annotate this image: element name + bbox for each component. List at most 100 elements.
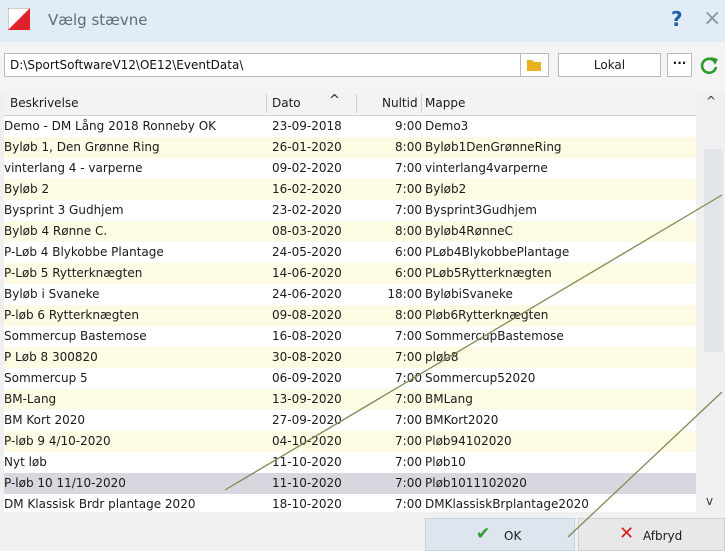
cell-beskrivelse: P-Løb 4 Blykobbe Plantage xyxy=(4,245,164,259)
cell-dato: 23-02-2020 xyxy=(272,203,342,217)
cell-nultid: 8:00 xyxy=(395,308,422,322)
column-divider xyxy=(266,94,267,113)
cell-nultid: 7:00 xyxy=(395,182,422,196)
column-header-nultid[interactable]: Nultid xyxy=(382,96,418,110)
table-row[interactable]: P-Løb 4 Blykobbe Plantage 24-05-2020 6:00 P… xyxy=(4,242,696,263)
table-row[interactable]: Byløb i Svaneke 24-06-2020 18:00 ByløbiSvan… xyxy=(4,284,696,305)
event-table: Beskrivelse Dato ^ Nultid Mappe Demo - D… xyxy=(4,92,696,512)
cell-dato: 26-01-2020 xyxy=(272,140,342,154)
cell-beskrivelse: Byløb i Svaneke xyxy=(4,287,100,301)
cell-beskrivelse: P-Løb 5 Rytterknægten xyxy=(4,266,143,280)
cell-beskrivelse: Nyt løb xyxy=(4,455,47,469)
table-row[interactable]: P Løb 8 300820 30-08-2020 7:00 pløb8 xyxy=(4,347,696,368)
cell-nultid: 7:00 xyxy=(395,203,422,217)
cell-nultid: 6:00 xyxy=(395,266,422,280)
cell-mappe: PLøb5Rytterknægten xyxy=(425,266,552,280)
scroll-down-icon[interactable]: v xyxy=(706,494,713,508)
table-row[interactable]: Demo - DM Lång 2018 Ronneby OK 23-09-2018… xyxy=(4,116,696,137)
cell-mappe: Byløb1DenGrønneRing xyxy=(425,140,562,154)
cell-nultid: 7:00 xyxy=(395,371,422,385)
cell-dato: 11-10-2020 xyxy=(272,476,342,490)
cell-mappe: BMLang xyxy=(425,392,473,406)
cell-dato: 23-09-2018 xyxy=(272,119,342,133)
cell-beskrivelse: Demo - DM Lång 2018 Ronneby OK xyxy=(4,119,217,133)
cell-mappe: SommercupBastemose xyxy=(425,329,564,343)
cell-nultid: 8:00 xyxy=(395,224,422,238)
cancel-button[interactable]: ✕ Afbryd xyxy=(578,518,725,551)
cell-beskrivelse: BM Kort 2020 xyxy=(4,413,86,427)
cell-nultid: 7:00 xyxy=(395,329,422,343)
event-folder-path-input[interactable]: D:\SportSoftwareV12\OE12\EventData\ xyxy=(4,53,521,77)
cell-beskrivelse: Bysprint 3 Gudhjem xyxy=(4,203,124,217)
folder-icon xyxy=(527,60,541,71)
checkmark-icon: ✔ xyxy=(476,524,491,544)
table-row[interactable]: P-løb 10 11/10-2020 11-10-2020 7:00 Pløb101… xyxy=(4,473,696,494)
sort-ascending-icon: ^ xyxy=(329,93,340,108)
cell-mappe: vinterlang4varperne xyxy=(425,161,548,175)
cell-beskrivelse: P-løb 10 11/10-2020 xyxy=(4,476,126,490)
cell-mappe: Byløb4RønneC xyxy=(425,224,513,238)
cell-dato: 06-09-2020 xyxy=(272,371,342,385)
cell-nultid: 8:00 xyxy=(395,140,422,154)
cell-dato: 14-06-2020 xyxy=(272,266,342,280)
cell-beskrivelse: DM Klassisk Brdr plantage 2020 xyxy=(4,497,196,511)
lokal-button[interactable]: Lokal xyxy=(558,53,661,77)
cell-mappe: Pløb94102020 xyxy=(425,434,512,448)
cell-nultid: 7:00 xyxy=(395,434,422,448)
cell-dato: 09-08-2020 xyxy=(272,308,342,322)
column-header-beskrivelse[interactable]: Beskrivelse xyxy=(10,96,79,110)
cell-dato: 09-02-2020 xyxy=(272,161,342,175)
scrollbar-thumb[interactable] xyxy=(704,149,723,352)
table-row[interactable]: BM-Lang 13-09-2020 7:00 BMLang xyxy=(4,389,696,410)
cell-dato: 16-02-2020 xyxy=(272,182,342,196)
cell-dato: 11-10-2020 xyxy=(272,455,342,469)
cell-dato: 30-08-2020 xyxy=(272,350,342,364)
cell-beskrivelse: Sommercup Bastemose xyxy=(4,329,147,343)
table-row[interactable]: Bysprint 3 Gudhjem 23-02-2020 7:00 Bysprint… xyxy=(4,200,696,221)
cell-mappe: Sommercup52020 xyxy=(425,371,536,385)
cell-nultid: 7:00 xyxy=(395,455,422,469)
table-row[interactable]: Nyt løb 11-10-2020 7:00 Pløb10 xyxy=(4,452,696,473)
more-options-button[interactable]: ··· xyxy=(667,53,692,77)
help-icon[interactable]: ? xyxy=(671,7,683,31)
table-row[interactable]: Byløb 4 Rønne C. 08-03-2020 8:00 Byløb4Rønn… xyxy=(4,221,696,242)
cell-dato: 08-03-2020 xyxy=(272,224,342,238)
scroll-up-icon[interactable]: ^ xyxy=(706,94,716,108)
cell-beskrivelse: BM-Lang xyxy=(4,392,57,406)
close-icon[interactable]: × xyxy=(703,6,721,31)
cancel-x-icon: ✕ xyxy=(619,523,635,544)
cell-dato: 18-10-2020 xyxy=(272,497,342,511)
table-header: Beskrivelse Dato ^ Nultid Mappe xyxy=(4,92,696,116)
table-row[interactable]: P-Løb 5 Rytterknægten 14-06-2020 6:00 PLøb5… xyxy=(4,263,696,284)
cell-mappe: Pløb6Rytterknægten xyxy=(425,308,549,322)
table-row[interactable]: Byløb 1, Den Grønne Ring 26-01-2020 8:00 By… xyxy=(4,137,696,158)
cell-beskrivelse: P Løb 8 300820 xyxy=(4,350,98,364)
cell-dato: 27-09-2020 xyxy=(272,413,342,427)
column-header-dato[interactable]: Dato xyxy=(272,96,301,110)
browse-folder-button[interactable] xyxy=(521,53,549,77)
column-divider xyxy=(421,94,422,113)
ok-button[interactable]: ✔ OK xyxy=(425,518,575,551)
cell-nultid: 6:00 xyxy=(395,245,422,259)
refresh-icon[interactable] xyxy=(698,54,720,76)
cell-mappe: DMKlassiskBrplantage2020 xyxy=(425,497,589,511)
cell-beskrivelse: Byløb 1, Den Grønne Ring xyxy=(4,140,160,154)
table-row[interactable]: P-løb 9 4/10-2020 04-10-2020 7:00 Pløb94102… xyxy=(4,431,696,452)
cell-mappe: ByløbiSvaneke xyxy=(425,287,513,301)
cell-nultid: 7:00 xyxy=(395,476,422,490)
table-row[interactable]: Byløb 2 16-02-2020 7:00 Byløb2 xyxy=(4,179,696,200)
cell-mappe: Pløb1011102020 xyxy=(425,476,527,490)
table-row[interactable]: BM Kort 2020 27-09-2020 7:00 BMKort2020 xyxy=(4,410,696,431)
table-row[interactable]: Sommercup 5 06-09-2020 7:00 Sommercup52020 xyxy=(4,368,696,389)
cell-nultid: 7:00 xyxy=(395,497,422,511)
table-row[interactable]: P-løb 6 Rytterknægten 09-08-2020 8:00 Pløb6… xyxy=(4,305,696,326)
table-row[interactable]: vinterlang 4 - varperne 09-02-2020 7:00 vin… xyxy=(4,158,696,179)
table-row[interactable]: Sommercup Bastemose 16-08-2020 7:00 Sommerc… xyxy=(4,326,696,347)
cell-nultid: 7:00 xyxy=(395,350,422,364)
table-row[interactable]: DM Klassisk Brdr plantage 2020 18-10-2020… xyxy=(4,494,696,512)
cell-beskrivelse: Byløb 4 Rønne C. xyxy=(4,224,108,238)
cell-mappe: pløb8 xyxy=(425,350,459,364)
cell-nultid: 18:00 xyxy=(387,287,422,301)
column-header-mappe[interactable]: Mappe xyxy=(425,96,465,110)
cell-dato: 04-10-2020 xyxy=(272,434,342,448)
